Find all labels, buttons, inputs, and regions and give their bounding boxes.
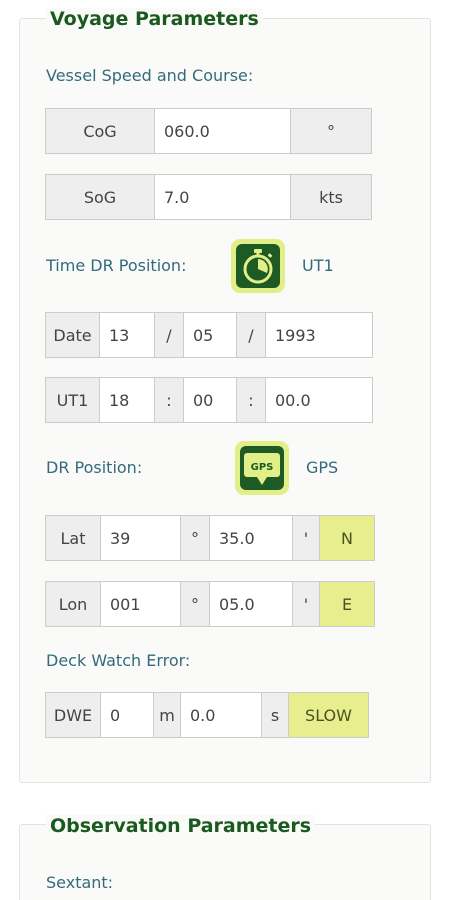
cog-label: CoG xyxy=(45,108,155,154)
ut1-group: UT1 18 : 00 : 00.0 xyxy=(45,377,373,423)
dwe-minutes-input[interactable]: 0 xyxy=(100,692,154,738)
lat-degrees-input[interactable]: 39 xyxy=(100,515,181,561)
dwe-group: DWE 0 m 0.0 s SLOW xyxy=(45,692,369,738)
cog-input[interactable]: 060.0 xyxy=(154,108,291,154)
time-dr-label: Time DR Position: xyxy=(46,256,187,275)
gps-icon: GPS xyxy=(240,446,284,490)
speed-course-label: Vessel Speed and Course: xyxy=(46,66,254,85)
sextant-label: Sextant: xyxy=(46,873,114,892)
lat-hemisphere-button[interactable]: N xyxy=(319,515,375,561)
dwe-minutes-unit: m xyxy=(153,692,181,738)
lat-minutes-input[interactable]: 35.0 xyxy=(209,515,293,561)
cog-group: CoG 060.0 ° xyxy=(45,108,372,154)
time-source-label: UT1 xyxy=(302,256,334,275)
dwe-prefix: DWE xyxy=(45,692,101,738)
voyage-parameters-legend: Voyage Parameters xyxy=(46,8,263,30)
dr-position-label: DR Position: xyxy=(46,458,143,477)
date-day-input[interactable]: 13 xyxy=(99,312,155,358)
ut1-hour-input[interactable]: 18 xyxy=(99,377,155,423)
lon-degrees-input[interactable]: 001 xyxy=(100,581,181,627)
lat-group: Lat 39 ° 35.0 ' N xyxy=(45,515,375,561)
minute-symbol: ' xyxy=(292,581,320,627)
sog-input[interactable]: 7.0 xyxy=(154,174,291,220)
position-source-label: GPS xyxy=(306,458,339,477)
lon-hemisphere-button[interactable]: E xyxy=(319,581,375,627)
lon-minutes-input[interactable]: 05.0 xyxy=(209,581,293,627)
ut1-label: UT1 xyxy=(45,377,100,423)
stopwatch-button[interactable] xyxy=(231,239,285,293)
ut1-separator: : xyxy=(154,377,184,423)
cog-unit: ° xyxy=(290,108,372,154)
date-group: Date 13 / 05 / 1993 xyxy=(45,312,373,358)
date-separator: / xyxy=(154,312,184,358)
sog-label: SoG xyxy=(45,174,155,220)
dwe-seconds-unit: s xyxy=(261,692,289,738)
date-year-input[interactable]: 1993 xyxy=(265,312,373,358)
sog-unit: kts xyxy=(290,174,372,220)
lon-group: Lon 001 ° 05.0 ' E xyxy=(45,581,375,627)
ut1-second-input[interactable]: 00.0 xyxy=(265,377,373,423)
sog-group: SoG 7.0 kts xyxy=(45,174,372,220)
ut1-separator: : xyxy=(236,377,266,423)
svg-text:GPS: GPS xyxy=(251,462,274,473)
stopwatch-icon xyxy=(236,244,280,288)
degree-symbol: ° xyxy=(180,581,210,627)
observation-parameters-legend: Observation Parameters xyxy=(46,815,316,837)
lon-label: Lon xyxy=(45,581,101,627)
dwe-direction-button[interactable]: SLOW xyxy=(288,692,369,738)
dwe-seconds-input[interactable]: 0.0 xyxy=(180,692,262,738)
lat-label: Lat xyxy=(45,515,101,561)
date-label: Date xyxy=(45,312,100,358)
gps-button[interactable]: GPS xyxy=(235,441,289,495)
degree-symbol: ° xyxy=(180,515,210,561)
ut1-minute-input[interactable]: 00 xyxy=(183,377,237,423)
date-separator: / xyxy=(236,312,266,358)
dwe-label: Deck Watch Error: xyxy=(46,651,191,670)
minute-symbol: ' xyxy=(292,515,320,561)
date-month-input[interactable]: 05 xyxy=(183,312,237,358)
